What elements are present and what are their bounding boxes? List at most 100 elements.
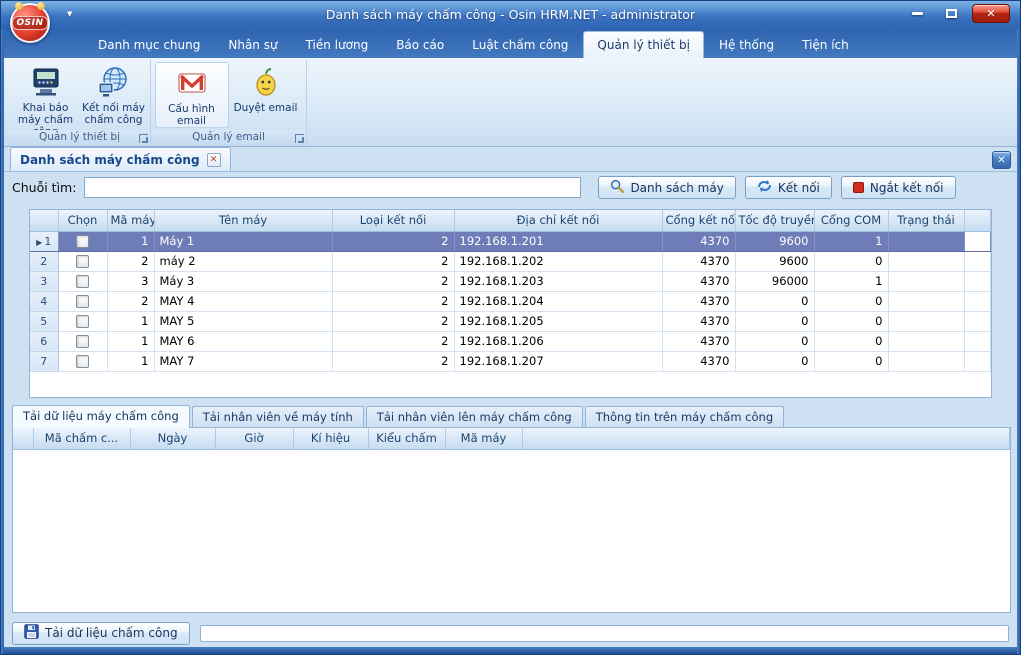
cell[interactable]: 2 xyxy=(332,351,454,371)
ribbon-tab-tien-luong[interactable]: Tiền lương xyxy=(293,33,382,58)
col-ma-cham-cong[interactable]: Mã chấm c... xyxy=(33,428,130,449)
dialog-launcher-icon[interactable] xyxy=(295,134,304,143)
row-checkbox[interactable] xyxy=(76,315,89,328)
col-ten-may[interactable]: Tên máy xyxy=(154,210,332,231)
col-cong-ket-noi[interactable]: Cổng kết nối xyxy=(662,210,735,231)
cell[interactable]: 192.168.1.203 xyxy=(454,271,662,291)
row-checkbox[interactable] xyxy=(76,335,89,348)
cell[interactable]: 2 xyxy=(332,331,454,351)
cell[interactable]: 192.168.1.207 xyxy=(454,351,662,371)
cell[interactable] xyxy=(888,351,964,371)
cell[interactable]: máy 2 xyxy=(154,251,332,271)
tab-thong-tin-tren-may-cham-cong[interactable]: Thông tin trên máy chấm công xyxy=(585,406,784,427)
tai-du-lieu-cham-cong-button[interactable]: Tải dữ liệu chấm công xyxy=(12,622,190,645)
col-ma-may[interactable]: Mã máy xyxy=(445,428,522,449)
ribbon-tab-bao-cao[interactable]: Báo cáo xyxy=(383,33,457,58)
cell[interactable]: 192.168.1.206 xyxy=(454,331,662,351)
cell[interactable]: 0 xyxy=(814,331,888,351)
cell[interactable] xyxy=(888,331,964,351)
cell[interactable]: 2 xyxy=(332,231,454,251)
tab-tai-nhan-vien-ve-may-tinh[interactable]: Tải nhân viên về máy tính xyxy=(192,406,364,427)
khai-bao-may-cham-cong-button[interactable]: Khai báo máy chấm công xyxy=(12,62,80,138)
osin-logo-icon[interactable]: OSIN xyxy=(10,3,50,43)
cell[interactable]: 1 xyxy=(107,351,154,371)
cell[interactable]: 4370 xyxy=(662,311,735,331)
cell[interactable]: 0 xyxy=(735,331,814,351)
cell[interactable]: 192.168.1.201 xyxy=(454,231,662,251)
cell[interactable]: 0 xyxy=(814,291,888,311)
cell[interactable]: 2 xyxy=(107,251,154,271)
col-trang-thai[interactable]: Trạng thái xyxy=(888,210,964,231)
machine-row[interactable]: 6 1 MAY 6 2 192.168.1.206 4370 0 0 xyxy=(30,331,991,351)
ribbon-tab-quan-ly-thiet-bi[interactable]: Quản lý thiết bị xyxy=(583,31,704,58)
ribbon-tab-tien-ich[interactable]: Tiện ích xyxy=(789,33,862,58)
col-toc-do-truyen[interactable]: Tốc độ truyền xyxy=(735,210,814,231)
cell[interactable]: 192.168.1.205 xyxy=(454,311,662,331)
cell[interactable]: 4370 xyxy=(662,331,735,351)
cell[interactable]: 4370 xyxy=(662,231,735,251)
cell[interactable]: 4370 xyxy=(662,291,735,311)
col-ma-may[interactable]: Mã máy xyxy=(107,210,154,231)
cell[interactable]: 96000 xyxy=(735,271,814,291)
ribbon-tab-nhan-su[interactable]: Nhân sự xyxy=(215,33,290,58)
ribbon-tab-he-thong[interactable]: Hệ thống xyxy=(706,33,787,58)
cell[interactable]: 9600 xyxy=(735,251,814,271)
duyet-email-button[interactable]: Duyệt email xyxy=(229,62,303,128)
dialog-launcher-icon[interactable] xyxy=(139,134,148,143)
cell[interactable]: 0 xyxy=(814,351,888,371)
cell[interactable]: MAY 7 xyxy=(154,351,332,371)
checkbox-cell[interactable] xyxy=(58,271,107,291)
cell[interactable]: 3 xyxy=(107,271,154,291)
machine-row[interactable]: 3 3 Máy 3 2 192.168.1.203 4370 96000 1 xyxy=(30,271,991,291)
cell[interactable] xyxy=(888,311,964,331)
col-ngay[interactable]: Ngày xyxy=(130,428,215,449)
cell[interactable]: 1 xyxy=(814,271,888,291)
cell[interactable]: 192.168.1.202 xyxy=(454,251,662,271)
col-chon[interactable]: Chọn xyxy=(58,210,107,231)
col-cong-com[interactable]: Cổng COM xyxy=(814,210,888,231)
machine-row[interactable]: 2 2 máy 2 2 192.168.1.202 4370 9600 0 xyxy=(30,251,991,271)
cell[interactable]: 1 xyxy=(107,311,154,331)
ngat-ket-noi-button[interactable]: Ngắt kết nối xyxy=(841,176,956,199)
search-input[interactable] xyxy=(84,177,581,198)
tab-tai-du-lieu-may-cham-cong[interactable]: Tải dữ liệu máy chấm công xyxy=(12,405,190,428)
checkbox-cell[interactable] xyxy=(58,231,107,251)
ribbon-tab-luat-cham-cong[interactable]: Luật chấm công xyxy=(459,33,581,58)
col-kieu-cham[interactable]: Kiểu chấm xyxy=(368,428,445,449)
ribbon-tab-danh-muc-chung[interactable]: Danh mục chung xyxy=(85,33,213,58)
cell[interactable] xyxy=(888,251,964,271)
col-dia-chi-ket-noi[interactable]: Địa chỉ kết nối xyxy=(454,210,662,231)
cell[interactable]: 2 xyxy=(332,311,454,331)
cell[interactable]: 0 xyxy=(735,351,814,371)
cell[interactable]: Máy 3 xyxy=(154,271,332,291)
cell[interactable]: 0 xyxy=(735,291,814,311)
cell[interactable]: 2 xyxy=(332,291,454,311)
cell[interactable] xyxy=(888,231,964,251)
cell[interactable]: Máy 1 xyxy=(154,231,332,251)
row-checkbox[interactable] xyxy=(76,295,89,308)
machine-row[interactable]: 7 1 MAY 7 2 192.168.1.207 4370 0 0 xyxy=(30,351,991,371)
cell[interactable]: 0 xyxy=(735,311,814,331)
checkbox-cell[interactable] xyxy=(58,351,107,371)
cell[interactable]: 4370 xyxy=(662,271,735,291)
tab-tai-nhan-vien-len-may-cham-cong[interactable]: Tải nhân viên lên máy chấm công xyxy=(366,406,583,427)
checkbox-cell[interactable] xyxy=(58,331,107,351)
cell[interactable]: 0 xyxy=(814,311,888,331)
cell[interactable]: 192.168.1.204 xyxy=(454,291,662,311)
cell[interactable]: 4370 xyxy=(662,351,735,371)
cell[interactable]: MAY 5 xyxy=(154,311,332,331)
close-button[interactable]: ✕ xyxy=(972,4,1010,23)
machine-row[interactable]: 4 2 MAY 4 2 192.168.1.204 4370 0 0 xyxy=(30,291,991,311)
ket-noi-button[interactable]: Kết nối xyxy=(745,176,832,199)
cell[interactable]: 2 xyxy=(332,271,454,291)
cell[interactable]: 1 xyxy=(107,331,154,351)
cell[interactable]: 2 xyxy=(107,291,154,311)
machine-row[interactable]: ▶1 1 Máy 1 2 192.168.1.201 4370 9600 1 xyxy=(30,231,991,251)
minimize-button[interactable] xyxy=(904,4,930,23)
cell[interactable]: MAY 6 xyxy=(154,331,332,351)
cell[interactable]: MAY 4 xyxy=(154,291,332,311)
danh-sach-may-button[interactable]: Danh sách máy xyxy=(598,176,735,199)
cell[interactable]: 1 xyxy=(814,231,888,251)
cell[interactable] xyxy=(888,291,964,311)
row-checkbox[interactable] xyxy=(76,235,89,248)
